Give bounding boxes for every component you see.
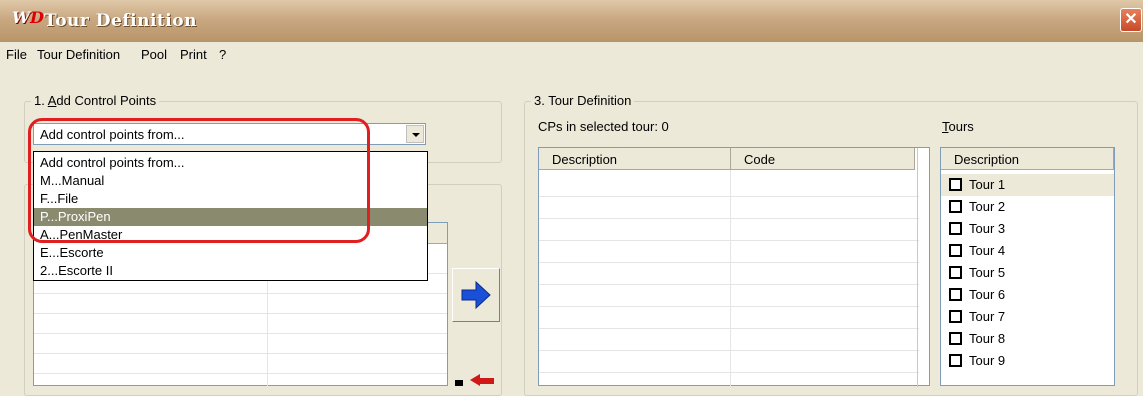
- left-arrow-icon: [455, 374, 494, 386]
- window-title: Tour Definition: [44, 11, 197, 31]
- checkbox[interactable]: [949, 266, 962, 279]
- checkbox[interactable]: [949, 222, 962, 235]
- tours-label: Tours: [942, 119, 974, 134]
- checkbox[interactable]: [949, 310, 962, 323]
- tours-list[interactable]: Description Tour 1 Tour 2 Tour 3 Tour 4 …: [940, 147, 1115, 386]
- menu-tour-definition[interactable]: Tour Definition: [37, 47, 120, 62]
- tour-definition-title: 3. Tour Definition: [531, 93, 635, 108]
- tour-row[interactable]: Tour 4: [941, 240, 1114, 262]
- menu-help[interactable]: ?: [219, 47, 226, 62]
- menu-bar: File Tour Definition Pool Print ?: [0, 42, 1143, 66]
- menu-print[interactable]: Print: [180, 47, 207, 62]
- title-bar: WD Tour Definition ✕: [0, 0, 1143, 42]
- dropdown-option[interactable]: 2...Escorte II: [34, 262, 427, 280]
- checkbox[interactable]: [949, 200, 962, 213]
- checkbox[interactable]: [949, 332, 962, 345]
- column-header-description[interactable]: Description: [539, 148, 731, 170]
- cps-count-label: CPs in selected tour: 0: [538, 119, 669, 134]
- checkbox[interactable]: [949, 178, 962, 191]
- dropdown-arrow-icon[interactable]: [406, 125, 424, 143]
- tour-row[interactable]: Tour 9: [941, 350, 1114, 372]
- menu-file[interactable]: File: [6, 47, 27, 62]
- menu-pool[interactable]: Pool: [141, 47, 167, 62]
- tour-row[interactable]: Tour 1: [941, 174, 1114, 196]
- tour-row[interactable]: Tour 7: [941, 306, 1114, 328]
- dropdown-option[interactable]: E...Escorte: [34, 244, 427, 262]
- remove-from-tour-button[interactable]: [452, 372, 500, 392]
- tour-row[interactable]: Tour 5: [941, 262, 1114, 284]
- right-arrow-icon: [461, 280, 491, 310]
- tour-row[interactable]: Tour 3: [941, 218, 1114, 240]
- tour-row[interactable]: Tour 6: [941, 284, 1114, 306]
- column-header-code[interactable]: Code: [731, 148, 915, 170]
- highlight-annotation: [28, 118, 370, 243]
- tour-row[interactable]: Tour 2: [941, 196, 1114, 218]
- app-logo-icon: WD: [12, 8, 44, 27]
- tour-cp-table[interactable]: Description Code: [538, 147, 930, 387]
- checkbox[interactable]: [949, 354, 962, 367]
- tours-column-header[interactable]: Description: [941, 148, 1114, 170]
- checkbox[interactable]: [949, 244, 962, 257]
- add-to-tour-button[interactable]: [452, 268, 500, 322]
- close-button[interactable]: ✕: [1120, 8, 1142, 32]
- checkbox[interactable]: [949, 288, 962, 301]
- tour-row[interactable]: Tour 8: [941, 328, 1114, 350]
- add-control-points-title: 1. Add Control Points: [31, 93, 160, 108]
